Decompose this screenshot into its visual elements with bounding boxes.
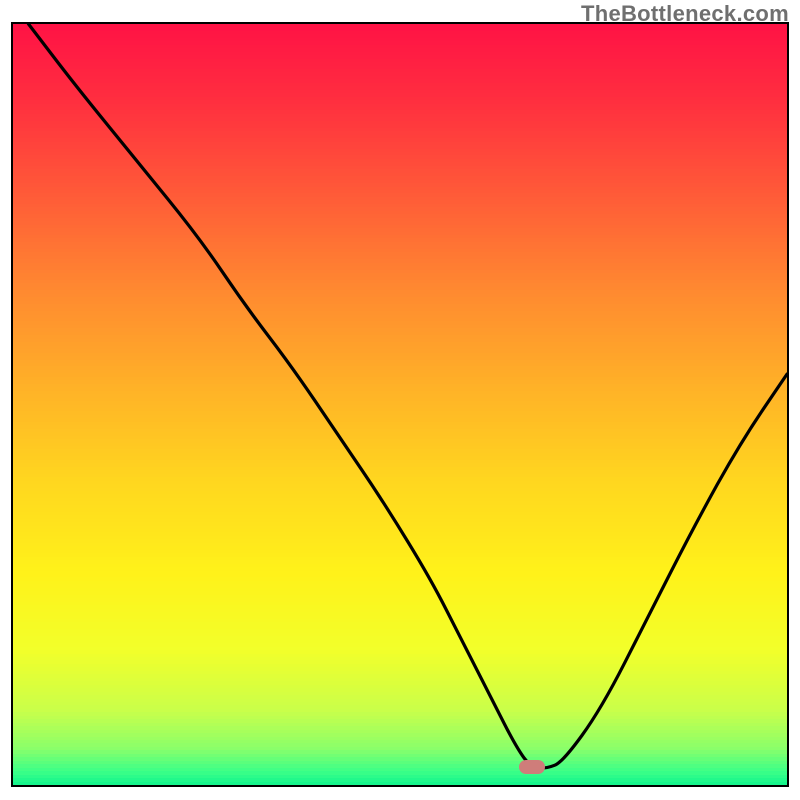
bottleneck-curve	[13, 24, 787, 785]
chart-frame	[11, 22, 789, 787]
optimal-marker	[519, 760, 545, 774]
